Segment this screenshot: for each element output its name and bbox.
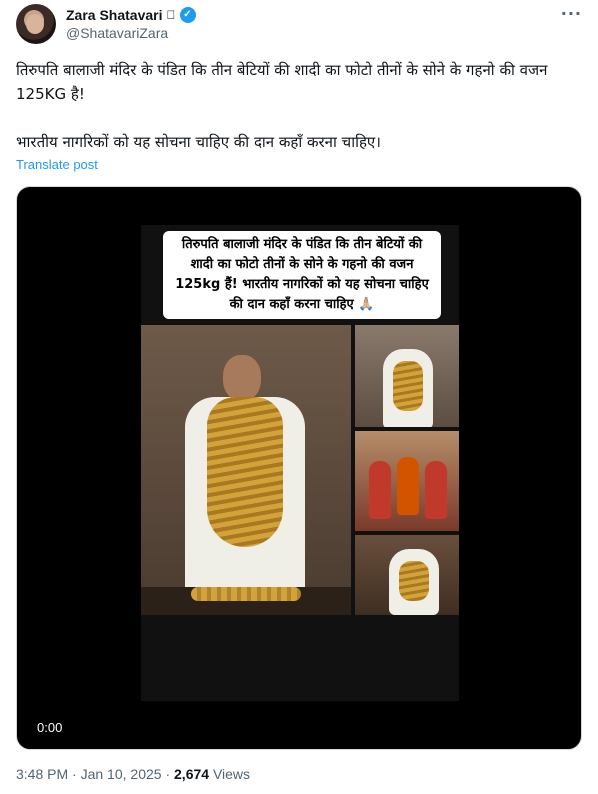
post-date[interactable]: Jan 10, 2025 <box>81 766 162 782</box>
avatar[interactable] <box>16 4 56 44</box>
thumbnail-photo-1 <box>355 325 459 427</box>
tweet-meta: 3:48 PM · Jan 10, 2025 · 2,674 Views <box>16 766 250 782</box>
user-handle[interactable]: @ShatavariZara <box>66 25 196 41</box>
author-names: Zara Shatavari  ✓ @ShatavariZara <box>66 7 196 41</box>
video-caption-overlay: तिरुपति बालाजी मंदिर के पंडित कि तीन बेट… <box>163 231 441 319</box>
views-count[interactable]: 2,674 <box>174 766 209 782</box>
views-label: Views <box>209 766 251 782</box>
thumbnail-photo-3 <box>355 535 459 615</box>
translate-post-link[interactable]: Translate post <box>16 157 98 172</box>
tweet-header: Zara Shatavari  ✓ @ShatavariZara ··· <box>16 4 582 48</box>
apple-icon:  <box>167 8 176 22</box>
thumbnail-photo-2 <box>355 431 459 531</box>
meta-separator: · <box>161 766 175 782</box>
display-name[interactable]: Zara Shatavari <box>66 7 163 23</box>
more-icon[interactable]: ··· <box>561 4 582 23</box>
verified-badge-icon[interactable]: ✓ <box>179 7 196 23</box>
tweet-text-line-2: भारतीय नागरिकों को यह सोचना चाहिए की दान… <box>16 133 381 151</box>
man-figure <box>171 355 321 607</box>
meta-separator: · <box>68 766 81 782</box>
post-time[interactable]: 3:48 PM <box>16 766 68 782</box>
video-player[interactable]: तिरुपति बालाजी मंदिर के पंडित कि तीन बेट… <box>16 186 582 750</box>
main-photo <box>141 325 351 615</box>
video-timestamp: 0:00 <box>37 720 63 735</box>
display-name-row[interactable]: Zara Shatavari  ✓ <box>66 7 196 23</box>
tweet-text-line-1: तिरुपति बालाजी मंदिर के पंडित कि तीन बेट… <box>16 61 548 103</box>
tweet-text: तिरुपति बालाजी मंदिर के पंडित कि तीन बेट… <box>16 58 582 154</box>
